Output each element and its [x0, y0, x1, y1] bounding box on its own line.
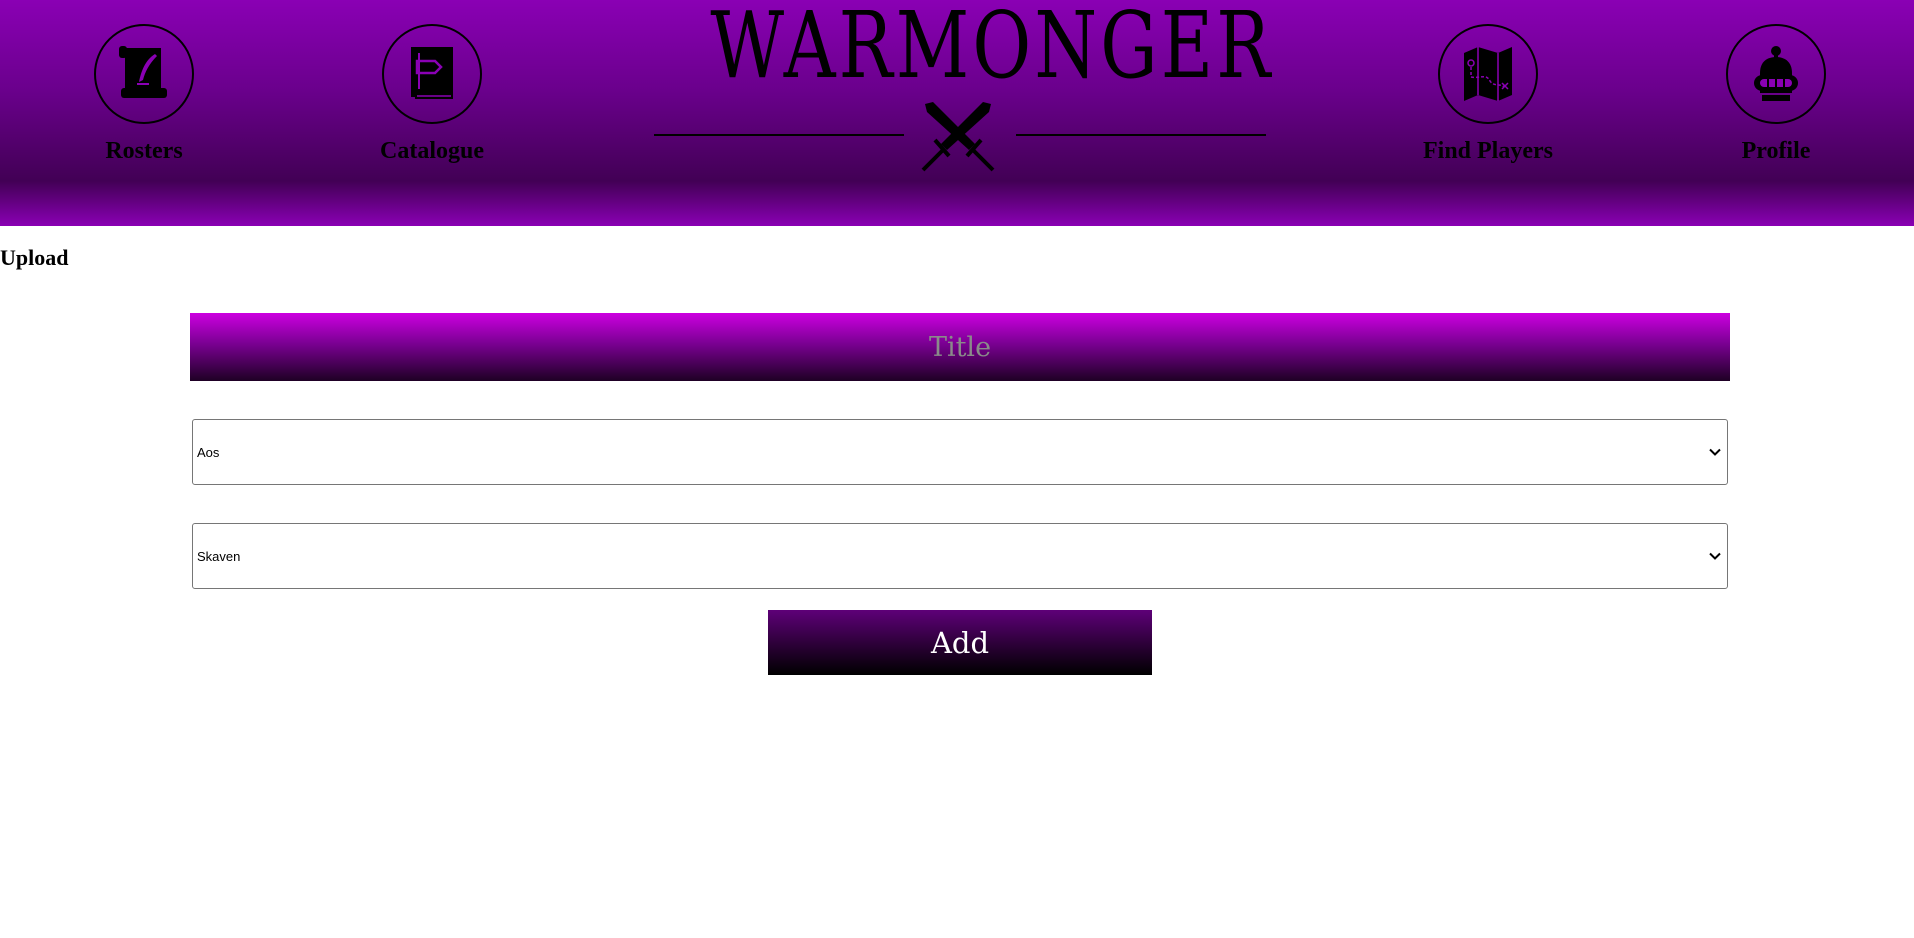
- title-input[interactable]: [190, 313, 1730, 381]
- nav-find-players[interactable]: Find Players: [1388, 24, 1588, 165]
- chevron-down-icon: [1709, 445, 1721, 460]
- nav-rosters[interactable]: Rosters: [44, 24, 244, 165]
- logo-divider-left: [654, 134, 904, 136]
- nav-catalogue-label: Catalogue: [380, 138, 484, 164]
- system-select[interactable]: Aos: [192, 419, 1728, 485]
- map-icon: [1438, 24, 1538, 124]
- chevron-down-icon: [1709, 549, 1721, 564]
- nav-find-players-label: Find Players: [1423, 138, 1553, 164]
- knight-helmet-icon: [1726, 24, 1826, 124]
- nav-profile-label: Profile: [1741, 138, 1811, 164]
- nav-rosters-label: Rosters: [105, 138, 183, 164]
- nav-catalogue[interactable]: Catalogue: [332, 24, 532, 165]
- logo-divider-right: [1016, 134, 1266, 136]
- crossed-swords-icon: [913, 98, 1003, 179]
- add-button[interactable]: Add: [768, 610, 1152, 675]
- scroll-quill-icon: [94, 24, 194, 124]
- faction-select-value: Skaven: [197, 548, 241, 564]
- faction-select[interactable]: Skaven: [192, 523, 1728, 589]
- nav-profile[interactable]: Profile: [1676, 24, 1876, 165]
- book-icon: [382, 24, 482, 124]
- site-header: Rosters Catalogue WARMONGER Find Players…: [0, 0, 1914, 226]
- site-logo: WARMONGER: [710, 0, 1274, 99]
- system-select-value: Aos: [197, 444, 220, 460]
- upload-heading: Upload: [0, 245, 69, 270]
